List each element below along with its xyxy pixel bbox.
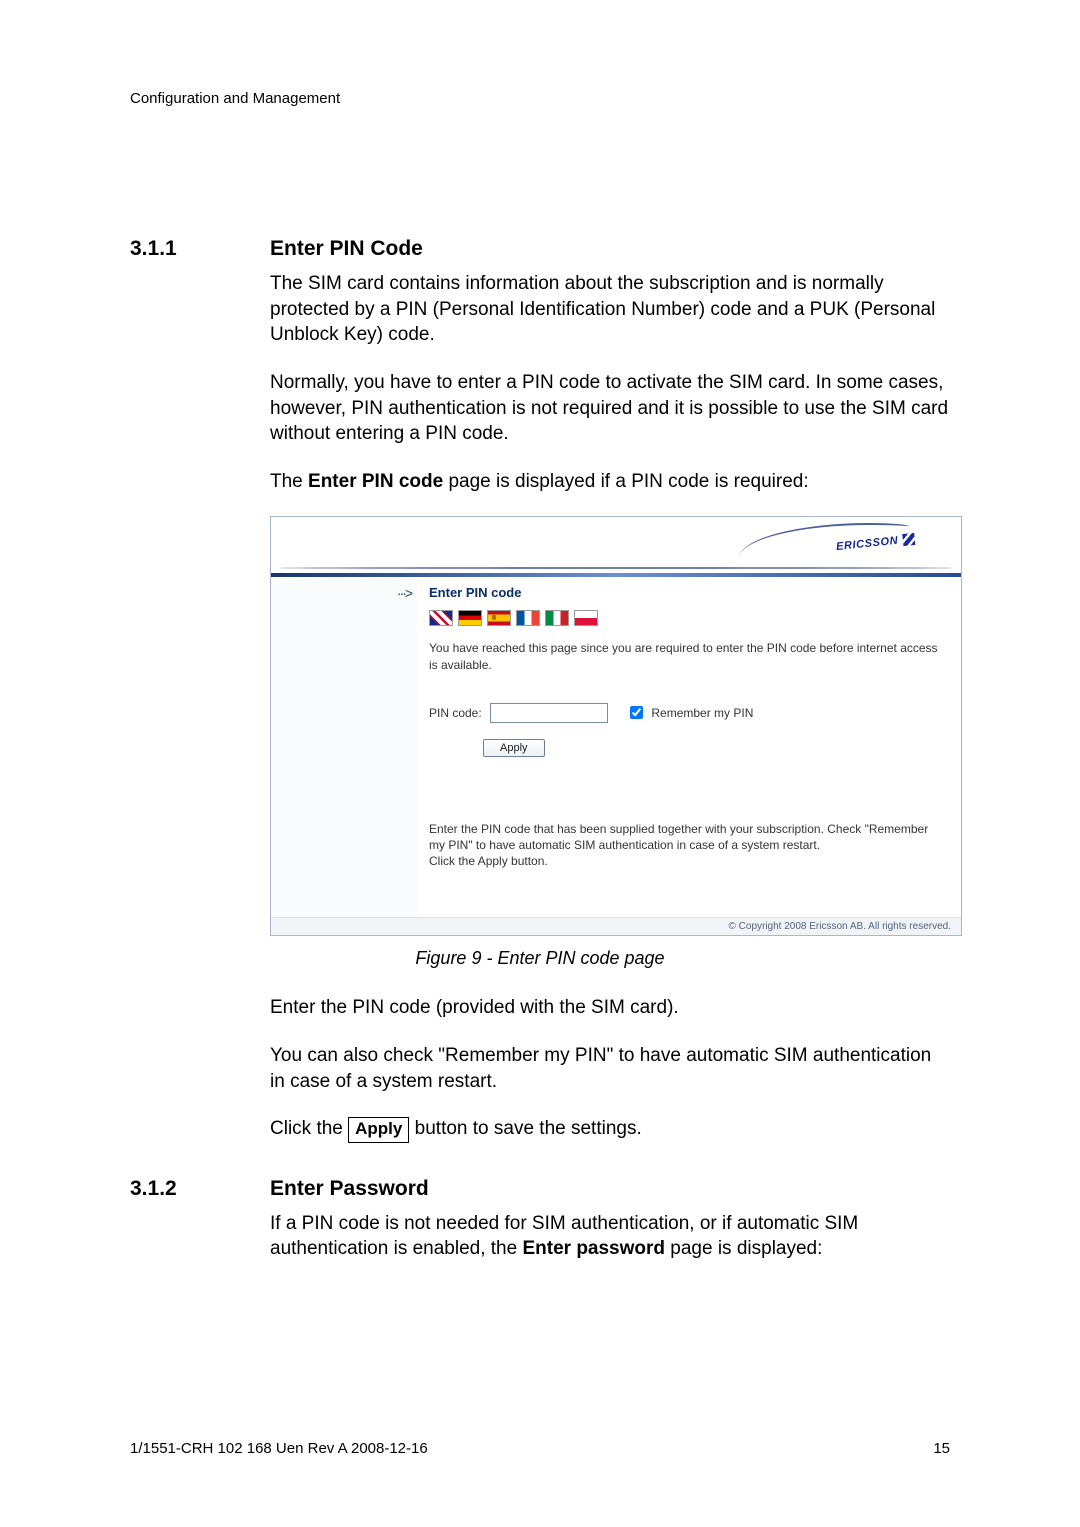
para: If a PIN code is not needed for SIM auth… [270,1211,950,1262]
ericsson-stripes-icon [902,533,915,546]
flag-es-icon[interactable] [487,610,511,626]
page-header: Configuration and Management [130,90,950,107]
flag-pl-icon[interactable] [574,610,598,626]
shot-header-graphic: ERICSSON [271,517,961,573]
para: Normally, you have to enter a PIN code t… [270,370,950,447]
apply-button[interactable]: Apply [483,739,545,757]
shot-title: Enter PIN code [429,585,947,600]
help-line: Enter the PIN code that has been supplie… [429,821,947,853]
pin-input-row: PIN code: Remember my PIN [429,703,947,723]
shot-copyright: © Copyright 2008 Ericsson AB. All rights… [271,917,961,935]
section-title: Enter Password [270,1177,429,1201]
pin-code-input[interactable] [490,703,608,723]
bold-text: Enter password [522,1238,665,1259]
shot-help-text: Enter the PIN code that has been supplie… [429,821,947,870]
section-312-body: If a PIN code is not needed for SIM auth… [270,1211,950,1262]
shot-left-nav: ···> [271,577,417,917]
flag-de-icon[interactable] [458,610,482,626]
para: You can also check "Remember my PIN" to … [270,1043,950,1094]
help-line: Click the Apply button. [429,853,947,869]
text: The [270,471,308,492]
after-figure-body: Enter the PIN code (provided with the SI… [270,995,950,1142]
figure-caption: Figure 9 - Enter PIN code page [130,948,950,969]
section-311-heading: 3.1.1 Enter PIN Code [130,237,950,261]
pin-screenshot: ERICSSON ···> Enter PIN code You have [270,516,962,936]
page: Configuration and Management 3.1.1 Enter… [0,0,1080,1527]
section-title: Enter PIN Code [270,237,423,261]
shot-intro-text: You have reached this page since you are… [429,640,947,672]
nav-arrow-icon: ···> [397,585,411,601]
bold-text: Enter PIN code [308,471,443,492]
flag-it-icon[interactable] [545,610,569,626]
page-number: 15 [933,1440,950,1457]
section-number: 3.1.1 [130,237,270,261]
pin-code-label: PIN code: [429,706,482,720]
text: page is displayed if a PIN code is requi… [443,471,808,492]
footer-left: 1/1551-CRH 102 168 Uen Rev A 2008-12-16 [130,1440,428,1457]
para: The SIM card contains information about … [270,271,950,348]
para: The Enter PIN code page is displayed if … [270,469,950,495]
text: page is displayed: [665,1238,822,1259]
flag-fr-icon[interactable] [516,610,540,626]
text: button to save the settings. [409,1118,641,1139]
text: Click the [270,1118,348,1139]
remember-pin-label: Remember my PIN [651,706,753,720]
flag-uk-icon[interactable] [429,610,453,626]
section-311-body: The SIM card contains information about … [270,271,950,494]
para: Click the Apply button to save the setti… [270,1116,950,1142]
remember-pin-checkbox[interactable] [630,706,643,719]
page-footer: 1/1551-CRH 102 168 Uen Rev A 2008-12-16 … [130,1440,950,1457]
para: Enter the PIN code (provided with the SI… [270,995,950,1021]
language-flags [429,610,947,626]
apply-inline-button: Apply [348,1117,409,1142]
shot-main: Enter PIN code You have reached this pag… [417,577,961,917]
section-number: 3.1.2 [130,1177,270,1201]
section-312-heading: 3.1.2 Enter Password [130,1177,950,1201]
